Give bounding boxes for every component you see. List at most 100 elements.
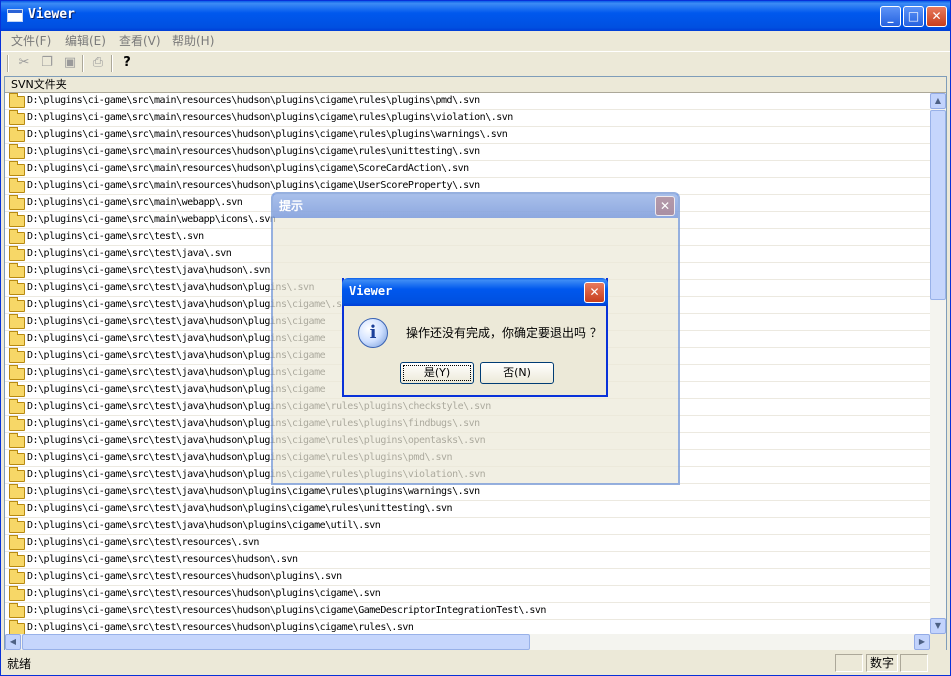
- folder-icon: [9, 569, 25, 584]
- folder-icon: [9, 416, 25, 431]
- list-row[interactable]: D:\plugins\ci-game\src\test\java\hudson\…: [5, 518, 930, 535]
- folder-path: D:\plugins\ci-game\src\main\resources\hu…: [27, 129, 508, 140]
- list-row[interactable]: D:\plugins\ci-game\src\test\resources\hu…: [5, 620, 930, 634]
- scroll-down-arrow[interactable]: ▼: [930, 618, 946, 634]
- list-row[interactable]: D:\plugins\ci-game\src\main\resources\hu…: [5, 144, 930, 161]
- maximize-button[interactable]: □: [903, 6, 924, 27]
- dialog-titlebar[interactable]: Viewer ✕: [342, 278, 608, 306]
- folder-icon: [9, 620, 25, 634]
- folder-path: D:\plugins\ci-game\src\test\resources\hu…: [27, 588, 381, 599]
- folder-path: D:\plugins\ci-game\src\test\resources\hu…: [27, 554, 298, 565]
- folder-path: D:\plugins\ci-game\src\test\java\hudson\…: [27, 520, 381, 531]
- status-pane-empty: [900, 654, 928, 672]
- list-row[interactable]: D:\plugins\ci-game\src\test\resources\hu…: [5, 603, 930, 620]
- scroll-right-arrow[interactable]: ▶: [914, 634, 930, 650]
- folder-icon: [9, 331, 25, 346]
- copy-icon[interactable]: ❐: [38, 54, 56, 72]
- cut-icon[interactable]: ✂: [15, 54, 33, 72]
- folder-path: D:\plugins\ci-game\src\main\resources\hu…: [27, 95, 480, 106]
- folder-icon: [9, 348, 25, 363]
- folder-icon: [9, 280, 25, 295]
- folder-icon: [9, 586, 25, 601]
- folder-icon: [9, 297, 25, 312]
- status-text: 就绪: [7, 657, 32, 671]
- close-button[interactable]: ✕: [926, 6, 947, 27]
- list-row[interactable]: D:\plugins\ci-game\src\test\resources\.s…: [5, 535, 930, 552]
- folder-icon: [9, 212, 25, 227]
- minimize-button[interactable]: _: [880, 6, 901, 27]
- dialog-close-button[interactable]: ✕: [584, 282, 605, 303]
- folder-icon: [9, 484, 25, 499]
- print-icon[interactable]: ⎙: [89, 54, 107, 72]
- paste-icon[interactable]: ▣: [61, 54, 79, 72]
- list-row[interactable]: D:\plugins\ci-game\src\test\resources\hu…: [5, 586, 930, 603]
- list-row[interactable]: D:\plugins\ci-game\src\main\resources\hu…: [5, 127, 930, 144]
- dialog-message: 操作还没有完成，你确定要退出吗 ？: [406, 326, 602, 340]
- list-row[interactable]: D:\plugins\ci-game\src\test\java\hudson\…: [5, 484, 930, 501]
- vertical-scrollbar[interactable]: ▲ ▼: [930, 93, 946, 634]
- ghost-dialog-titlebar: 提示: [273, 194, 678, 218]
- info-icon: i: [358, 318, 388, 348]
- yes-button[interactable]: 是(Y): [400, 362, 474, 384]
- list-row[interactable]: D:\plugins\ci-game\src\main\resources\hu…: [5, 93, 930, 110]
- folder-icon: [9, 552, 25, 567]
- folder-path: D:\plugins\ci-game\src\test\resources\hu…: [27, 622, 414, 633]
- list-row[interactable]: D:\plugins\ci-game\src\main\resources\hu…: [5, 110, 930, 127]
- folder-path: D:\plugins\ci-game\src\test\java\hudson\…: [27, 265, 270, 276]
- no-button[interactable]: 否(N): [480, 362, 554, 384]
- menu-edit[interactable]: 编辑(E): [65, 32, 106, 49]
- list-row[interactable]: D:\plugins\ci-game\src\test\java\hudson\…: [5, 501, 930, 518]
- scroll-left-arrow[interactable]: ◀: [5, 634, 21, 650]
- vertical-scroll-thumb[interactable]: [930, 110, 946, 300]
- column-header-svn-folder[interactable]: SVN文件夹: [5, 77, 946, 93]
- folder-icon: [9, 144, 25, 159]
- list-row[interactable]: D:\plugins\ci-game\src\test\resources\hu…: [5, 569, 930, 586]
- ghost-dialog-close-icon: ✕: [655, 196, 675, 216]
- app-window-icon: [7, 9, 23, 22]
- menu-bar: 文件(F) 编辑(E) 查看(V) 帮助(H): [1, 31, 950, 50]
- folder-path: D:\plugins\ci-game\src\test\.svn: [27, 231, 204, 242]
- folder-icon: [9, 603, 25, 618]
- horizontal-scroll-thumb[interactable]: [22, 634, 530, 650]
- list-row[interactable]: D:\plugins\ci-game\src\main\resources\hu…: [5, 161, 930, 178]
- toolbar-separator: [7, 55, 9, 72]
- folder-icon: [9, 467, 25, 482]
- folder-path: D:\plugins\ci-game\src\main\resources\hu…: [27, 163, 469, 174]
- folder-icon: [9, 433, 25, 448]
- scroll-corner: [930, 634, 946, 650]
- folder-icon: [9, 535, 25, 550]
- menu-view[interactable]: 查看(V): [119, 32, 161, 49]
- status-pane-empty: [835, 654, 863, 672]
- folder-path: D:\plugins\ci-game\src\main\resources\hu…: [27, 112, 513, 123]
- menu-help[interactable]: 帮助(H): [172, 32, 214, 49]
- folder-icon: [9, 178, 25, 193]
- folder-icon: [9, 518, 25, 533]
- title-bar[interactable]: Viewer _ □ ✕: [1, 1, 950, 31]
- folder-icon: [9, 382, 25, 397]
- folder-path: D:\plugins\ci-game\src\test\java\hudson\…: [27, 486, 480, 497]
- scroll-up-arrow[interactable]: ▲: [930, 93, 946, 109]
- toolbar-separator: [111, 55, 113, 72]
- folder-icon: [9, 399, 25, 414]
- status-pane-num: 数字: [866, 654, 898, 672]
- folder-icon: [9, 93, 25, 108]
- list-row[interactable]: D:\plugins\ci-game\src\test\resources\hu…: [5, 552, 930, 569]
- horizontal-scrollbar[interactable]: ◀ ▶: [5, 634, 930, 650]
- help-icon[interactable]: ?: [118, 54, 136, 72]
- folder-icon: [9, 263, 25, 278]
- folder-icon: [9, 365, 25, 380]
- folder-path: D:\plugins\ci-game\src\test\java\hudson\…: [27, 503, 453, 514]
- confirm-exit-dialog: Viewer ✕ i 操作还没有完成，你确定要退出吗 ？ 是(Y) 否(N): [342, 278, 608, 397]
- folder-icon: [9, 450, 25, 465]
- folder-icon: [9, 195, 25, 210]
- toolbar: ✂ ❐ ▣ ⎙ ?: [1, 51, 950, 75]
- toolbar-separator: [82, 55, 84, 72]
- folder-path: D:\plugins\ci-game\src\main\resources\hu…: [27, 180, 480, 191]
- menu-file[interactable]: 文件(F): [11, 32, 51, 49]
- folder-path: D:\plugins\ci-game\src\main\webapp\.svn: [27, 197, 243, 208]
- ghost-dialog-title: 提示: [279, 199, 304, 213]
- window-title: Viewer: [28, 7, 75, 22]
- folder-path: D:\plugins\ci-game\src\test\java\.svn: [27, 248, 232, 259]
- status-bar: 就绪 数字: [1, 652, 950, 675]
- dialog-title: Viewer: [349, 284, 393, 298]
